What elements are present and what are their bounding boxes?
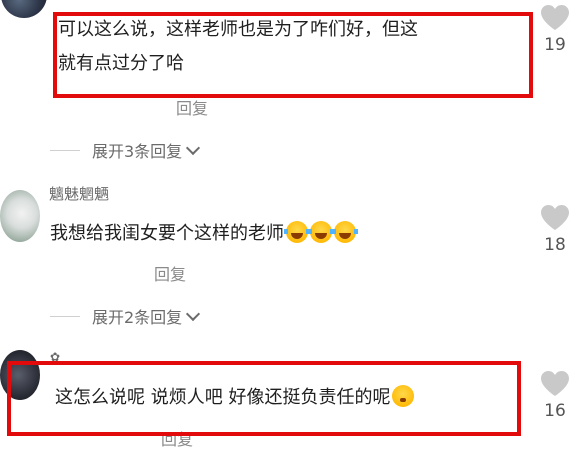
like-button[interactable]: 19 bbox=[535, 4, 575, 55]
laugh-cry-icon bbox=[308, 221, 334, 243]
expand-replies-button[interactable]: 展开3条回复 bbox=[50, 138, 201, 162]
laugh-cry-icon bbox=[284, 221, 310, 243]
comment-text: 我想给我闺女要个这样的老师 bbox=[50, 219, 358, 249]
heart-icon bbox=[541, 205, 569, 230]
like-count: 19 bbox=[544, 35, 566, 55]
comment-text-body: 我想给我闺女要个这样的老师 bbox=[50, 223, 284, 244]
laugh-cry-icon bbox=[332, 221, 358, 243]
expand-replies-label: 展开3条回复 bbox=[92, 142, 183, 161]
avatar[interactable] bbox=[0, 190, 40, 242]
divider bbox=[50, 149, 80, 151]
chevron-down-icon bbox=[186, 306, 201, 321]
highlight-box bbox=[53, 12, 533, 98]
like-count: 16 bbox=[544, 401, 566, 421]
highlight-box bbox=[7, 361, 521, 436]
divider bbox=[50, 315, 80, 317]
expand-replies-label: 展开2条回复 bbox=[92, 308, 183, 327]
heart-icon bbox=[541, 371, 569, 396]
like-count: 18 bbox=[544, 235, 566, 255]
reply-button[interactable]: 回复 bbox=[176, 95, 208, 119]
username[interactable]: 魑魅魍魉 bbox=[49, 183, 109, 204]
expand-replies-button[interactable]: 展开2条回复 bbox=[50, 304, 201, 328]
reply-button[interactable]: 回复 bbox=[154, 261, 186, 285]
chevron-down-icon bbox=[186, 140, 201, 155]
avatar[interactable] bbox=[1, 0, 47, 18]
heart-icon bbox=[541, 5, 569, 30]
like-button[interactable]: 18 bbox=[535, 204, 575, 255]
like-button[interactable]: 16 bbox=[535, 370, 575, 421]
